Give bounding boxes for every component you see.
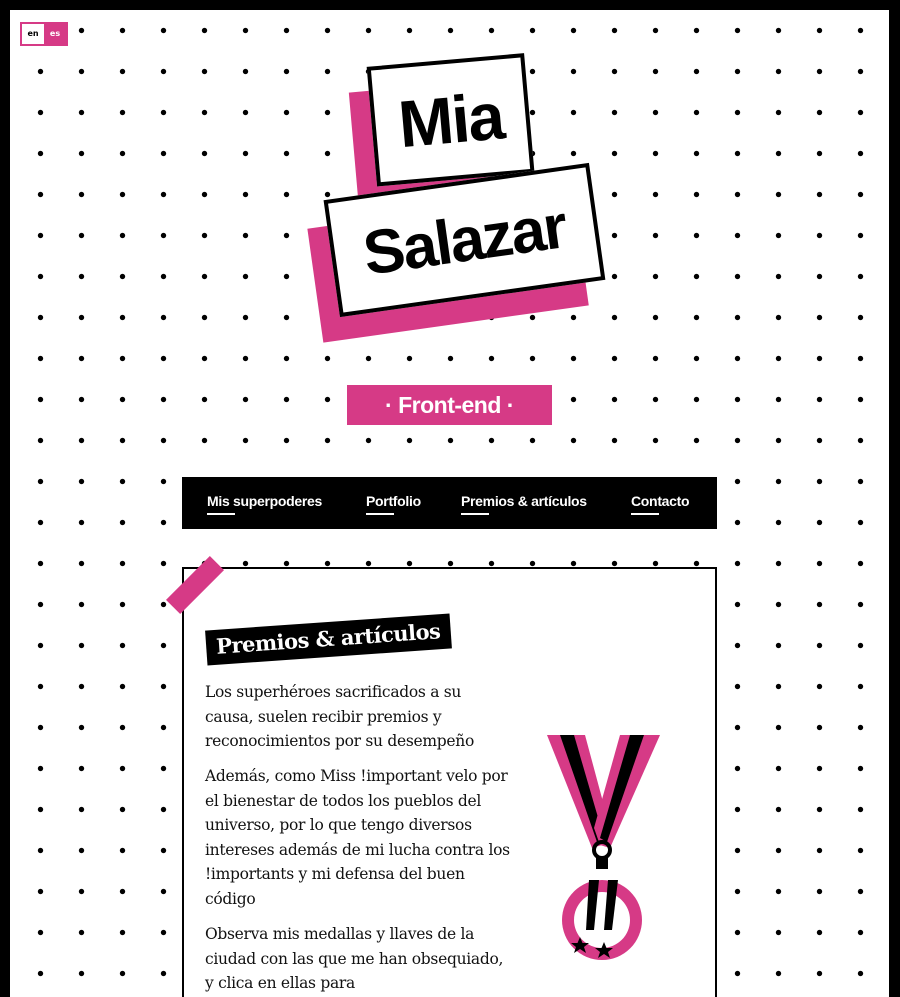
role-badge: · Front-end ·	[347, 385, 552, 425]
nav-item-superpoderes[interactable]: Mis superpoderes	[207, 493, 322, 515]
section-paragraph-1: Los superhéroes sacrificados a su causa,…	[205, 683, 474, 750]
main-nav: Mis superpoderes Portfolio Premios & art…	[182, 477, 717, 529]
lang-option-en[interactable]: en	[22, 24, 44, 44]
first-name: Mia	[366, 53, 535, 187]
nav-item-contacto[interactable]: Contacto	[631, 493, 690, 515]
medal-icon[interactable]	[542, 730, 662, 975]
nav-item-premios[interactable]: Premios & artículos	[461, 493, 587, 515]
section-paragraph-3: Observa mis medallas y llaves de la ciud…	[205, 925, 504, 992]
section-paragraph-2: Además, como Miss !important velo por el…	[205, 767, 510, 908]
nav-item-portfolio[interactable]: Portfolio	[366, 493, 421, 515]
language-switcher: en es	[20, 22, 68, 46]
page: en es Mia Salazar · Front-end · Mis supe…	[10, 10, 889, 997]
lang-option-es[interactable]: es	[44, 24, 66, 44]
